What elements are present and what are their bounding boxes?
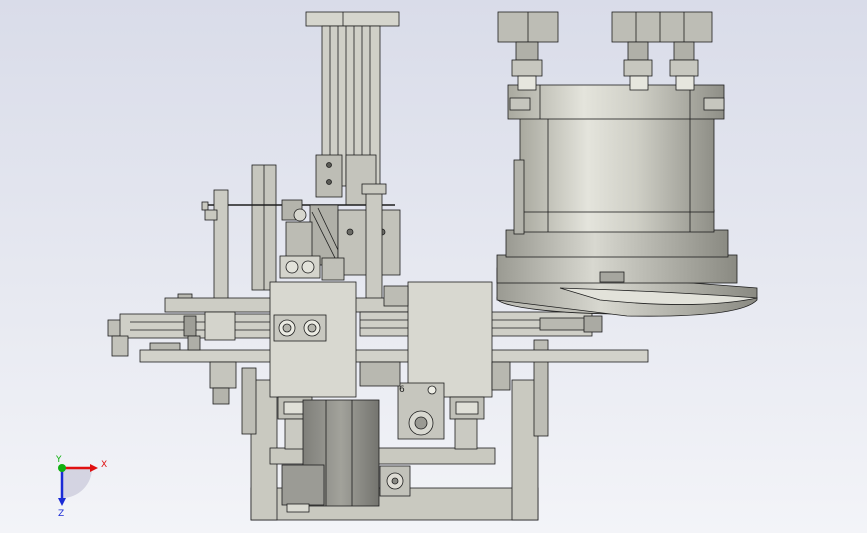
rotary-top-columns xyxy=(497,11,713,91)
vertical-actuator xyxy=(305,11,400,206)
cad-viewport[interactable]: 6 X Y Z xyxy=(0,0,867,533)
left-housing-block xyxy=(269,281,357,398)
coordinate-triad[interactable]: X Y Z xyxy=(55,455,107,519)
horizontal-beam xyxy=(139,349,649,363)
x-axis-label: X xyxy=(101,460,107,470)
y-axis-label: Y xyxy=(55,455,62,465)
part-mark-label: 6 xyxy=(399,385,405,395)
left-upright xyxy=(251,164,277,291)
z-axis-label: Z xyxy=(58,509,64,519)
y-axis-dot xyxy=(58,464,66,472)
rotary-table xyxy=(496,84,758,317)
triad-plane xyxy=(62,468,92,498)
z-axis-arrowhead xyxy=(58,498,66,506)
assembly-drawing: 6 X Y Z xyxy=(55,11,758,521)
x-axis-arrowhead xyxy=(90,464,98,472)
